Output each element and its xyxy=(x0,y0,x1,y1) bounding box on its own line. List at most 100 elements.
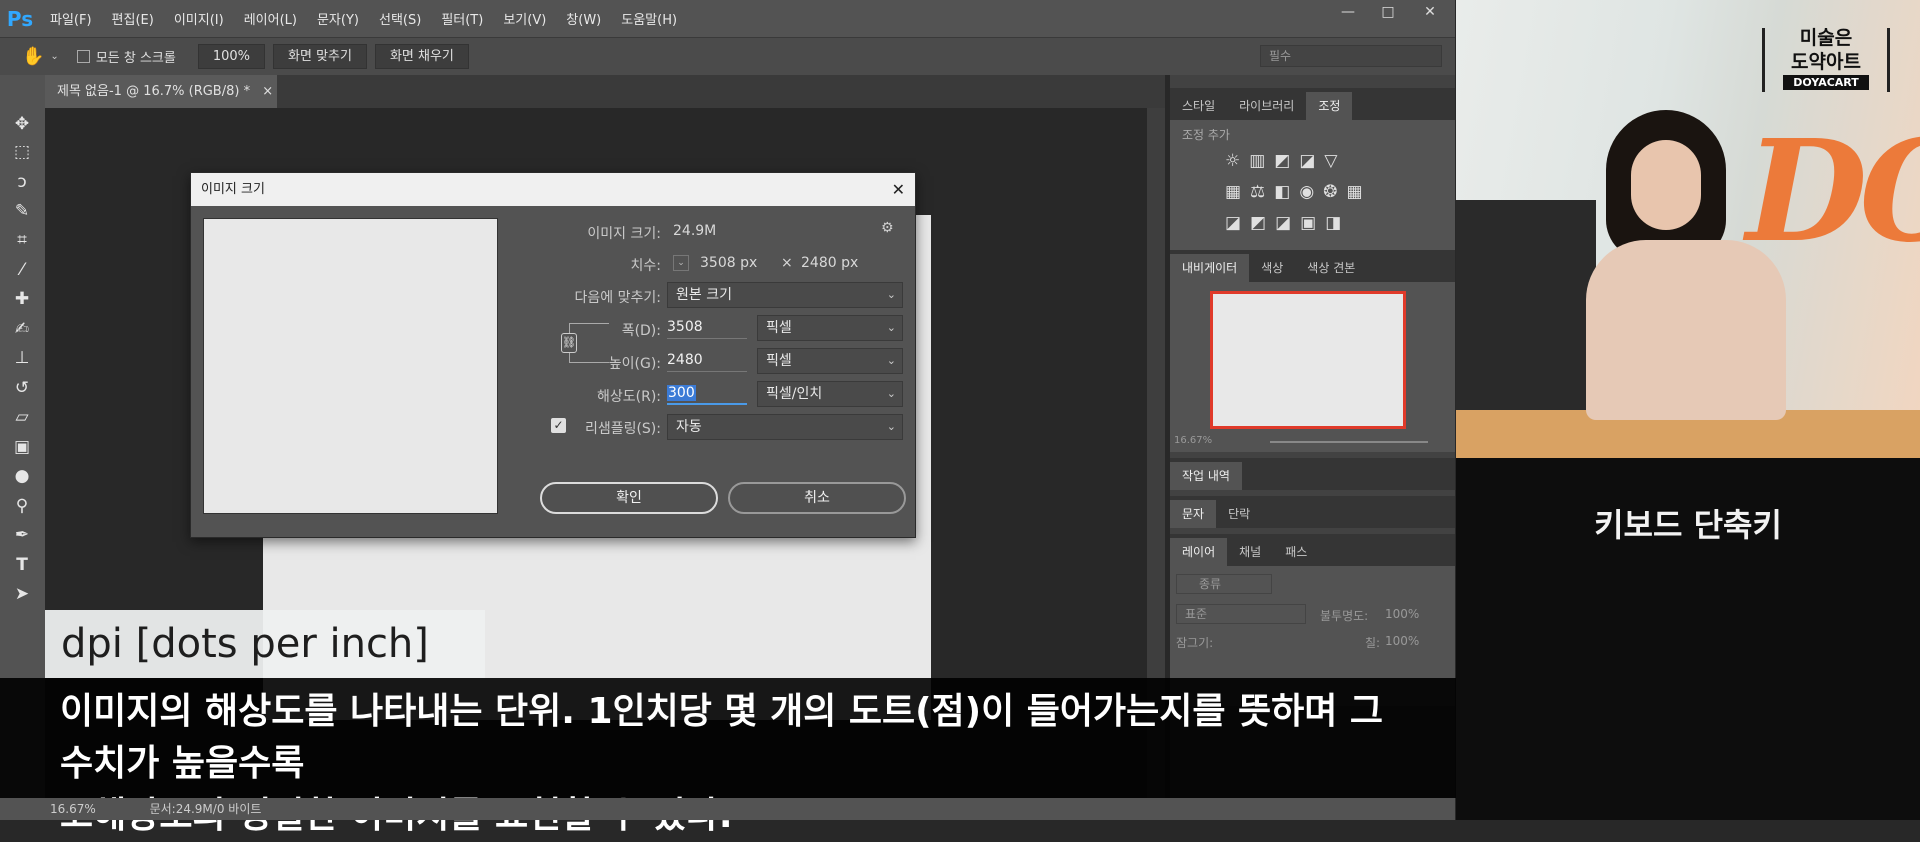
fill-screen-button[interactable]: 화면 채우기 xyxy=(374,44,469,69)
blur-tool-icon[interactable]: ● xyxy=(10,464,34,488)
eyedropper-tool-icon[interactable]: ⁄ xyxy=(10,258,34,282)
marquee-tool-icon[interactable]: ⬚ xyxy=(10,140,34,164)
crop-tool-icon[interactable]: ⌗ xyxy=(10,228,34,252)
pen-tool-icon[interactable]: ✒ xyxy=(10,523,34,547)
chevron-down-icon[interactable]: ⌄ xyxy=(50,51,58,62)
close-window-button[interactable]: ✕ xyxy=(1410,0,1450,24)
layer-filter-select[interactable]: 종류 xyxy=(1176,574,1272,594)
subtitle-main: 이미지의 해상도를 나타내는 단위. 1인치당 몇 개의 도트(점)이 들어가는… xyxy=(0,678,1456,836)
menu-filter[interactable]: 필터(T) xyxy=(431,9,493,28)
image-size-dialog: 이미지 크기 ✕ 이미지 크기: 24.9M ⚙ 치수: ⌄ 3508 px ×… xyxy=(190,172,916,538)
zoom-100-button[interactable]: 100% xyxy=(197,44,266,69)
document-tab-title: 제목 없음-1 @ 16.7% (RGB/8) * xyxy=(57,84,251,99)
tab-character[interactable]: 문자 xyxy=(1170,500,1217,528)
cancel-button[interactable]: 취소 xyxy=(728,482,906,514)
menu-window[interactable]: 창(W) xyxy=(556,9,611,28)
resolution-value: 300 xyxy=(667,385,696,401)
ok-button[interactable]: 확인 xyxy=(540,482,718,514)
status-zoom[interactable]: 16.67% xyxy=(50,802,96,816)
menu-layer[interactable]: 레이어(L) xyxy=(234,9,307,28)
text-tabs: 문자 단락 xyxy=(1170,496,1455,528)
fill-value[interactable]: 100% xyxy=(1385,634,1419,648)
type-tool-icon[interactable]: T xyxy=(10,553,34,577)
menu-bar: Ps 파일(F) 편집(E) 이미지(I) 레이어(L) 문자(Y) 선택(S)… xyxy=(0,0,1455,37)
tab-libraries[interactable]: 라이브러리 xyxy=(1227,92,1306,120)
menu-image[interactable]: 이미지(I) xyxy=(164,9,234,28)
adjustments-title: 조정 추가 xyxy=(1182,128,1230,142)
dodge-tool-icon[interactable]: ⚲ xyxy=(10,494,34,518)
height-input[interactable]: 2480 xyxy=(667,348,747,372)
document-tab[interactable]: 제목 없음-1 @ 16.7% (RGB/8) * × xyxy=(45,75,277,108)
stamp-tool-icon[interactable]: ⊥ xyxy=(10,346,34,370)
history-tabs: 작업 내역 xyxy=(1170,458,1455,490)
image-size-value: 24.9M xyxy=(673,223,717,239)
resolution-input[interactable]: 300 xyxy=(667,381,747,405)
path-select-icon[interactable]: ➤ xyxy=(10,582,34,606)
width-input[interactable]: 3508 xyxy=(667,315,747,339)
status-bar: 16.67% 문서:24.9M/0 바이트 xyxy=(0,798,1455,820)
history-brush-icon[interactable]: ↺ xyxy=(10,376,34,400)
tab-adjustments[interactable]: 조정 xyxy=(1306,92,1353,120)
menu-file[interactable]: 파일(F) xyxy=(40,9,102,28)
subtitle-line-1: 이미지의 해상도를 나타내는 단위. 1인치당 몇 개의 도트(점)이 들어가는… xyxy=(60,691,1384,784)
hand-tool-icon[interactable]: ✋ xyxy=(22,46,44,67)
brush-tool-icon[interactable]: ✍ xyxy=(10,317,34,341)
tab-layers[interactable]: 레이어 xyxy=(1170,538,1228,566)
adjustment-icons[interactable]: ☼▥◩◪▽ ▦⚖◧◉❂▦ ◪◩◪▣◨ xyxy=(1225,146,1363,239)
restore-button[interactable]: □ xyxy=(1368,0,1408,24)
menu-edit[interactable]: 편집(E) xyxy=(102,9,164,28)
menu-view[interactable]: 보기(V) xyxy=(493,9,556,28)
tab-navigator[interactable]: 내비게이터 xyxy=(1170,254,1250,282)
menu-type[interactable]: 문자(Y) xyxy=(307,9,369,28)
menu-help[interactable]: 도움말(H) xyxy=(611,9,687,28)
move-tool-icon[interactable]: ✥ xyxy=(10,112,34,136)
dialog-close-icon[interactable]: ✕ xyxy=(892,173,905,206)
gear-icon[interactable]: ⚙ xyxy=(881,220,894,236)
tab-paths[interactable]: 패스 xyxy=(1273,538,1319,566)
menu-select[interactable]: 선택(S) xyxy=(369,9,431,28)
presenter-face xyxy=(1631,140,1701,230)
chevron-down-icon: ⌄ xyxy=(886,387,896,400)
tab-styles[interactable]: 스타일 xyxy=(1170,92,1227,120)
fit-screen-button[interactable]: 화면 맞추기 xyxy=(273,44,367,69)
navigator-zoom-slider[interactable] xyxy=(1270,441,1428,443)
width-unit-select[interactable]: 픽셀 ⌄ xyxy=(757,315,903,341)
lasso-tool-icon[interactable]: ↄ xyxy=(10,170,34,194)
blend-mode-select[interactable]: 표준 xyxy=(1176,604,1306,624)
navigator-zoom[interactable]: 16.67% xyxy=(1174,435,1212,446)
minimize-button[interactable]: — xyxy=(1328,0,1368,24)
workspace-select[interactable]: 필수 xyxy=(1260,45,1442,67)
resolution-label: 해상도(R): xyxy=(596,389,661,405)
quick-select-tool-icon[interactable]: ✎ xyxy=(10,199,34,223)
opacity-label: 불투명도: xyxy=(1320,609,1369,623)
tab-swatches[interactable]: 색상 견본 xyxy=(1295,254,1367,282)
healing-tool-icon[interactable]: ✚ xyxy=(10,287,34,311)
width-unit: 픽셀 xyxy=(766,320,792,336)
image-size-label: 이미지 크기: xyxy=(587,226,661,242)
opacity-value[interactable]: 100% xyxy=(1385,607,1419,621)
height-unit-select[interactable]: 픽셀 ⌄ xyxy=(757,348,903,374)
resample-checkbox[interactable]: ✓ xyxy=(551,418,566,433)
width-label: 폭(D): xyxy=(621,323,661,339)
close-tab-icon[interactable]: × xyxy=(262,84,273,99)
tab-channels[interactable]: 채널 xyxy=(1227,538,1273,566)
gradient-tool-icon[interactable]: ▣ xyxy=(10,435,34,459)
resample-value: 자동 xyxy=(676,419,702,435)
fit-to-select[interactable]: 원본 크기 ⌄ xyxy=(667,282,903,308)
side-caption: 키보드 단축키 xyxy=(1594,506,1782,544)
navigator-thumbnail[interactable] xyxy=(1210,291,1406,429)
logo-line-1: 미술은 xyxy=(1799,27,1853,49)
resolution-unit-select[interactable]: 픽셀/인치 ⌄ xyxy=(757,381,903,407)
tab-color[interactable]: 색상 xyxy=(1249,254,1295,282)
resolution-unit: 픽셀/인치 xyxy=(766,386,823,402)
style-panel-tabs: 스타일 라이브러리 조정 xyxy=(1170,88,1455,120)
dimensions-unit-toggle[interactable]: ⌄ xyxy=(673,255,689,271)
eraser-tool-icon[interactable]: ▱ xyxy=(10,405,34,429)
tab-paragraph[interactable]: 단락 xyxy=(1216,500,1262,528)
presenter-video: DO 미술은 도약아트 DOYACART xyxy=(1456,0,1920,458)
scroll-all-checkbox[interactable] xyxy=(76,50,90,63)
resample-select[interactable]: 자동 ⌄ xyxy=(667,414,903,440)
tab-history[interactable]: 작업 내역 xyxy=(1170,462,1242,490)
preview-pane[interactable] xyxy=(203,218,498,514)
logo-line-2: 도약아트 xyxy=(1791,51,1861,73)
